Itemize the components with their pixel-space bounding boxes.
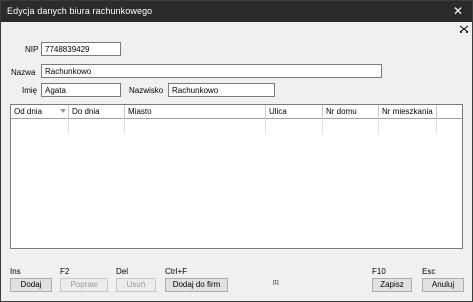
edit-button[interactable]: Popraw bbox=[60, 278, 108, 292]
add-shortcut-label: Ins bbox=[10, 267, 21, 276]
save-shortcut-label: F10 bbox=[372, 267, 386, 276]
grid-body[interactable] bbox=[11, 119, 462, 248]
nazwisko-field[interactable] bbox=[168, 83, 275, 97]
window-title: Edycja danych biura rachunkowego bbox=[7, 6, 153, 16]
column-header-nr-mieszkania[interactable]: Nr mieszkania bbox=[379, 105, 437, 119]
delete-shortcut-label: Del bbox=[116, 267, 129, 276]
imie-field[interactable] bbox=[41, 83, 121, 97]
resize-grip-icon bbox=[459, 25, 469, 33]
column-header-od-dnia[interactable]: Od dnia bbox=[11, 105, 69, 119]
column-header-miasto[interactable]: Miasto bbox=[125, 105, 266, 119]
edit-shortcut-label: F2 bbox=[60, 267, 70, 276]
column-header-ulica[interactable]: Ulica bbox=[266, 105, 323, 119]
cancel-shortcut-label: Esc bbox=[422, 267, 436, 276]
column-divider bbox=[124, 119, 125, 134]
title-bar[interactable]: Edycja danych biura rachunkowego ✕ bbox=[1, 1, 472, 22]
nip-field[interactable] bbox=[41, 42, 121, 56]
column-divider bbox=[436, 119, 437, 134]
grid-header: Od dnia Do dnia Miasto Ulica Nr domu Nr … bbox=[11, 105, 462, 119]
delete-button[interactable]: Usuń bbox=[116, 278, 156, 292]
nazwisko-label: Nazwisko bbox=[129, 86, 164, 95]
imie-label: Imię bbox=[22, 86, 38, 95]
nip-label: NIP bbox=[25, 45, 39, 54]
column-header-do-dnia[interactable]: Do dnia bbox=[69, 105, 125, 119]
sort-down-icon bbox=[60, 109, 66, 113]
column-divider bbox=[378, 119, 379, 134]
nazwa-label: Nazwa bbox=[11, 68, 36, 77]
save-button[interactable]: Zapisz bbox=[372, 278, 412, 292]
add-to-firms-button[interactable]: Dodaj do firm bbox=[165, 278, 228, 292]
close-icon[interactable]: ✕ bbox=[450, 3, 466, 19]
nazwa-field[interactable] bbox=[41, 64, 382, 78]
addresses-grid[interactable]: Od dnia Do dnia Miasto Ulica Nr domu Nr … bbox=[10, 104, 463, 249]
column-divider bbox=[322, 119, 323, 134]
add-to-firms-shortcut-label: Ctrl+F bbox=[165, 267, 187, 276]
cancel-button[interactable]: Anuluj bbox=[422, 278, 464, 292]
column-divider bbox=[265, 119, 266, 134]
dialog-window: Edycja danych biura rachunkowego ✕ NIP N… bbox=[0, 0, 473, 302]
add-button[interactable]: Dodaj bbox=[10, 278, 52, 292]
record-count: [1] bbox=[273, 280, 279, 286]
column-header-nr-domu[interactable]: Nr domu bbox=[323, 105, 379, 119]
column-divider bbox=[68, 119, 69, 134]
